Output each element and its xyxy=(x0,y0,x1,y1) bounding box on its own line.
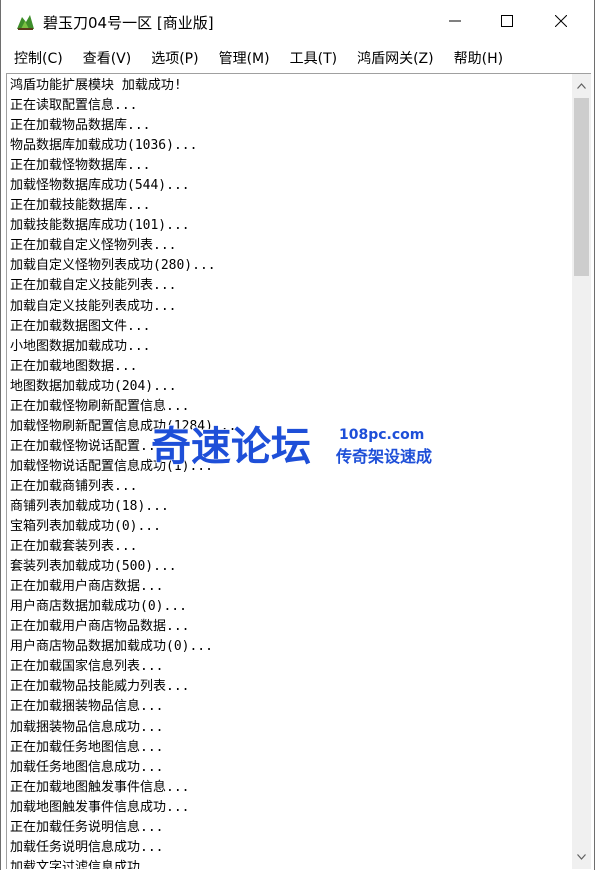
title-bar[interactable]: 碧玉刀04号一区 [商业版] xyxy=(1,0,594,42)
log-line: 正在加载怪物数据库... xyxy=(10,158,151,174)
menu-gateway[interactable]: 鸿盾网关(Z) xyxy=(357,48,434,68)
log-line: 正在加载地图触发事件信息... xyxy=(10,779,190,795)
log-line: 宝箱列表加载成功(0)... xyxy=(10,519,161,535)
menu-control[interactable]: 控制(C) xyxy=(14,48,63,68)
log-line: 正在加载套装列表... xyxy=(10,539,138,555)
log-output-panel[interactable]: 鸿盾功能扩展模块 加载成功! 正在读取配置信息... 正在加载物品数据库... 物品数… xyxy=(6,73,573,869)
log-line: 正在加载物品数据库... xyxy=(10,118,151,134)
maximize-button[interactable] xyxy=(485,0,529,42)
watermark-main-text: 奇速论坛 xyxy=(151,424,311,470)
log-line: 正在加载物品技能威力列表... xyxy=(10,679,190,695)
log-line: 正在加载数据图文件... xyxy=(10,318,151,334)
forum-watermark: 奇速论坛 108pc.com 传奇架设速成 xyxy=(151,423,433,470)
scroll-down-button[interactable] xyxy=(572,847,591,867)
scroll-thumb[interactable] xyxy=(574,98,589,276)
server-console-window: 碧玉刀04号一区 [商业版] 控制(C) 查看(V) 选项(P) 管理(M) 工… xyxy=(0,0,595,870)
log-line: 正在加载地图数据... xyxy=(10,358,138,374)
log-line: 正在加载用户商店数据... xyxy=(10,579,164,595)
close-button[interactable] xyxy=(539,0,583,42)
menu-options[interactable]: 选项(P) xyxy=(151,48,198,68)
log-line: 加载任务说明信息成功... xyxy=(10,839,164,855)
log-line: 小地图数据加载成功... xyxy=(10,338,151,354)
log-line: 正在加载自定义技能列表... xyxy=(10,278,177,294)
log-line: 物品数据库加载成功(1036)... xyxy=(10,138,198,154)
scroll-up-button[interactable] xyxy=(572,76,591,96)
log-line: 正在加载国家信息列表... xyxy=(10,659,164,675)
log-line: 正在加载任务地图信息... xyxy=(10,739,164,755)
scroll-up-arrow-icon xyxy=(577,83,586,89)
log-line: 鸿盾功能扩展模块 加载成功! xyxy=(10,78,182,93)
menu-manage[interactable]: 管理(M) xyxy=(219,48,270,68)
log-line: 加载怪物数据库成功(544)... xyxy=(10,178,190,194)
log-line: 加载自定义怪物列表成功(280)... xyxy=(10,258,216,274)
log-line: 加载任务地图信息成功... xyxy=(10,759,164,775)
menu-view[interactable]: 查看(V) xyxy=(83,48,132,68)
vertical-scrollbar[interactable] xyxy=(572,73,591,869)
log-line: 地图数据加载成功(204)... xyxy=(10,378,177,394)
watermark-slogan-text: 传奇架设速成 xyxy=(335,447,432,466)
log-line: 用户商店数据加载成功(0)... xyxy=(10,599,187,615)
log-line: 加载技能数据库成功(101)... xyxy=(10,218,190,234)
log-line: 正在加载捆装物品信息... xyxy=(10,699,164,715)
log-line: 正在加载商铺列表... xyxy=(10,478,138,494)
log-line: 正在加载怪物刷新配置信息... xyxy=(10,398,190,414)
log-line: 加载地图触发事件信息成功... xyxy=(10,799,190,815)
maximize-icon xyxy=(501,15,513,27)
log-line: 套装列表加载成功(500)... xyxy=(10,559,177,575)
log-list: 鸿盾功能扩展模块 加载成功! 正在读取配置信息... 正在加载物品数据库... 物品数… xyxy=(7,74,573,869)
log-line: 用户商店物品数据加载成功(0)... xyxy=(10,639,213,655)
log-line: 正在加载用户商店物品数据... xyxy=(10,619,190,635)
menu-tools[interactable]: 工具(T) xyxy=(290,48,337,68)
app-icon xyxy=(17,15,34,30)
log-line: 正在加载自定义怪物列表... xyxy=(10,238,177,254)
watermark-site-text: 108pc.com xyxy=(339,427,424,443)
log-line: 加载自定义技能列表成功... xyxy=(10,298,177,314)
scroll-down-arrow-icon xyxy=(577,854,586,860)
log-line: 加载文字过滤信息成功... xyxy=(10,859,164,869)
menu-help[interactable]: 帮助(H) xyxy=(454,48,503,68)
close-icon xyxy=(555,15,567,27)
log-line: 加载捆装物品信息成功... xyxy=(10,719,164,735)
log-line: 正在读取配置信息... xyxy=(10,98,138,114)
minimize-button[interactable] xyxy=(433,0,477,42)
log-line: 商铺列表加载成功(18)... xyxy=(10,498,169,514)
log-line: 正在加载技能数据库... xyxy=(10,198,151,214)
window-title: 碧玉刀04号一区 [商业版] xyxy=(43,14,214,32)
minimize-icon xyxy=(449,20,461,22)
menu-bar: 控制(C) 查看(V) 选项(P) 管理(M) 工具(T) 鸿盾网关(Z) 帮助… xyxy=(1,44,594,72)
log-line: 正在加载任务说明信息... xyxy=(10,819,164,835)
